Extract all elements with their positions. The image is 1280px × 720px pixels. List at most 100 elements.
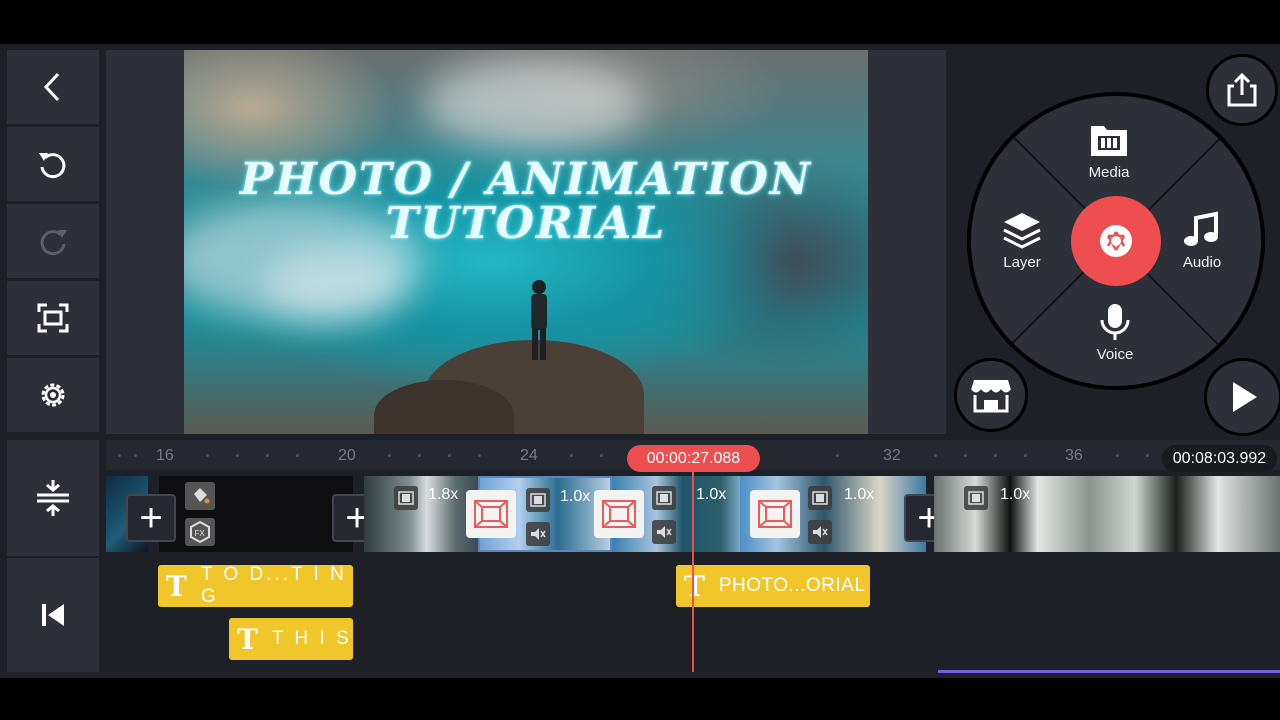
film-folder-icon	[1091, 126, 1127, 156]
video-clip[interactable]: 1.8x	[364, 476, 478, 552]
ruler-dot	[934, 454, 937, 457]
voice-label: Voice	[1096, 346, 1134, 363]
ruler-dot	[836, 454, 839, 457]
clip-speed: 1.0x	[696, 486, 727, 503]
ruler-dot	[994, 454, 997, 457]
video-editor: PHOTO / ANIMATION TUTORIAL Media Layer A…	[0, 44, 1280, 678]
expand-tracks-icon	[37, 480, 69, 516]
film-icon	[964, 486, 988, 510]
music-note-icon	[1184, 211, 1218, 246]
record-button[interactable]	[1071, 196, 1161, 286]
transition-icon	[474, 500, 508, 528]
ruler-dot	[266, 454, 269, 457]
ruler-dot	[388, 454, 391, 457]
media-button[interactable]: Media	[1088, 120, 1130, 181]
paint-bucket-icon	[194, 488, 210, 504]
text-layer-clip[interactable]: T T O D...T I N G	[158, 564, 353, 607]
voice-button[interactable]: Voice	[1094, 302, 1136, 363]
svg-text:FX: FX	[195, 529, 206, 538]
layers-icon	[1003, 213, 1041, 249]
ruler-dot	[1024, 454, 1027, 457]
ruler-dot	[600, 454, 603, 457]
clip-speed: 1.0x	[844, 486, 875, 503]
add-transition-button[interactable]: +	[126, 494, 176, 542]
text-layer-clip[interactable]: T T H I S	[229, 618, 353, 660]
layer-label: Layer	[1003, 254, 1041, 271]
mute-icon	[808, 520, 832, 544]
ruler-tick: 24	[520, 447, 538, 464]
camera-aperture-icon	[1100, 225, 1132, 257]
store-icon	[970, 380, 1012, 413]
play-button[interactable]	[1204, 358, 1280, 436]
text-layer-label: PHOTO...ORIAL	[718, 575, 866, 596]
text-layer-icon: T	[166, 569, 187, 603]
mute-icon	[526, 522, 550, 546]
ruler-dot	[118, 454, 121, 457]
transition-button[interactable]	[594, 490, 644, 538]
clip-speed: 1.8x	[428, 486, 459, 503]
fx-effect-badge: FX	[185, 518, 215, 546]
redo-icon	[40, 230, 67, 256]
clip-speed: 1.0x	[560, 488, 591, 505]
fullscreen-icon	[37, 303, 69, 333]
video-clip[interactable]: 1.0x	[934, 476, 1280, 552]
undo-button[interactable]	[7, 127, 99, 201]
transition-button[interactable]	[750, 490, 800, 538]
text-layer-icon: T	[237, 622, 258, 656]
transition-icon	[602, 500, 636, 528]
ruler-dot	[1116, 454, 1119, 457]
ruler-tick: 16	[156, 447, 174, 464]
ruler-dot	[296, 454, 299, 457]
asset-store-button[interactable]	[954, 358, 1028, 432]
playhead[interactable]	[692, 468, 694, 672]
ruler-dot	[570, 454, 573, 457]
back-icon	[43, 72, 60, 102]
blank-clip[interactable]: FX	[159, 476, 353, 552]
preview-title-line2: TUTORIAL	[385, 198, 667, 249]
undo-icon	[39, 153, 66, 179]
ruler-tick: 20	[338, 447, 356, 464]
back-button[interactable]	[7, 50, 99, 124]
text-layer-label: T H I S	[271, 628, 352, 649]
video-preview[interactable]: PHOTO / ANIMATION TUTORIAL	[184, 50, 868, 434]
settings-button[interactable]	[7, 358, 99, 432]
jump-to-start-button[interactable]	[7, 558, 99, 672]
expand-tracks-button[interactable]	[7, 440, 99, 556]
film-icon	[526, 488, 550, 512]
ruler-tick: 32	[883, 447, 901, 464]
skip-to-start-icon	[42, 604, 64, 626]
ruler-dot	[418, 454, 421, 457]
text-layer-label: T O D...T I N G	[200, 564, 347, 607]
ruler-dot	[206, 454, 209, 457]
total-duration-label: 00:08:03.992	[1162, 445, 1277, 472]
transition-icon	[758, 500, 792, 528]
media-label: Media	[1088, 164, 1130, 181]
film-icon	[652, 486, 676, 510]
film-icon	[808, 486, 832, 510]
fullscreen-button[interactable]	[7, 281, 99, 355]
layer-button[interactable]: Layer	[1001, 210, 1043, 271]
play-icon	[1233, 382, 1257, 412]
ruler-dot	[134, 454, 137, 457]
microphone-icon	[1100, 304, 1130, 340]
mute-icon	[652, 520, 676, 544]
ruler-dot	[964, 454, 967, 457]
ruler-dot	[236, 454, 239, 457]
media-wheel: Media Layer Audio Voice	[967, 92, 1265, 390]
film-icon	[394, 486, 418, 510]
ruler-tick: 36	[1065, 447, 1083, 464]
fx-icon: FX	[190, 521, 210, 543]
fill-effect-badge	[185, 482, 215, 510]
fog	[424, 60, 644, 150]
audio-button[interactable]: Audio	[1181, 210, 1223, 271]
redo-button[interactable]	[7, 204, 99, 278]
gear-icon	[41, 383, 65, 407]
text-layer-clip[interactable]: T PHOTO...ORIAL	[676, 565, 870, 607]
transition-button[interactable]	[466, 490, 516, 538]
timeline-tools	[7, 440, 99, 672]
ruler-dot	[478, 454, 481, 457]
audio-track-bar[interactable]	[938, 670, 1280, 673]
text-layer-icon: T	[684, 569, 705, 603]
ruler-dot	[1146, 454, 1149, 457]
clip-speed: 1.0x	[1000, 486, 1031, 503]
